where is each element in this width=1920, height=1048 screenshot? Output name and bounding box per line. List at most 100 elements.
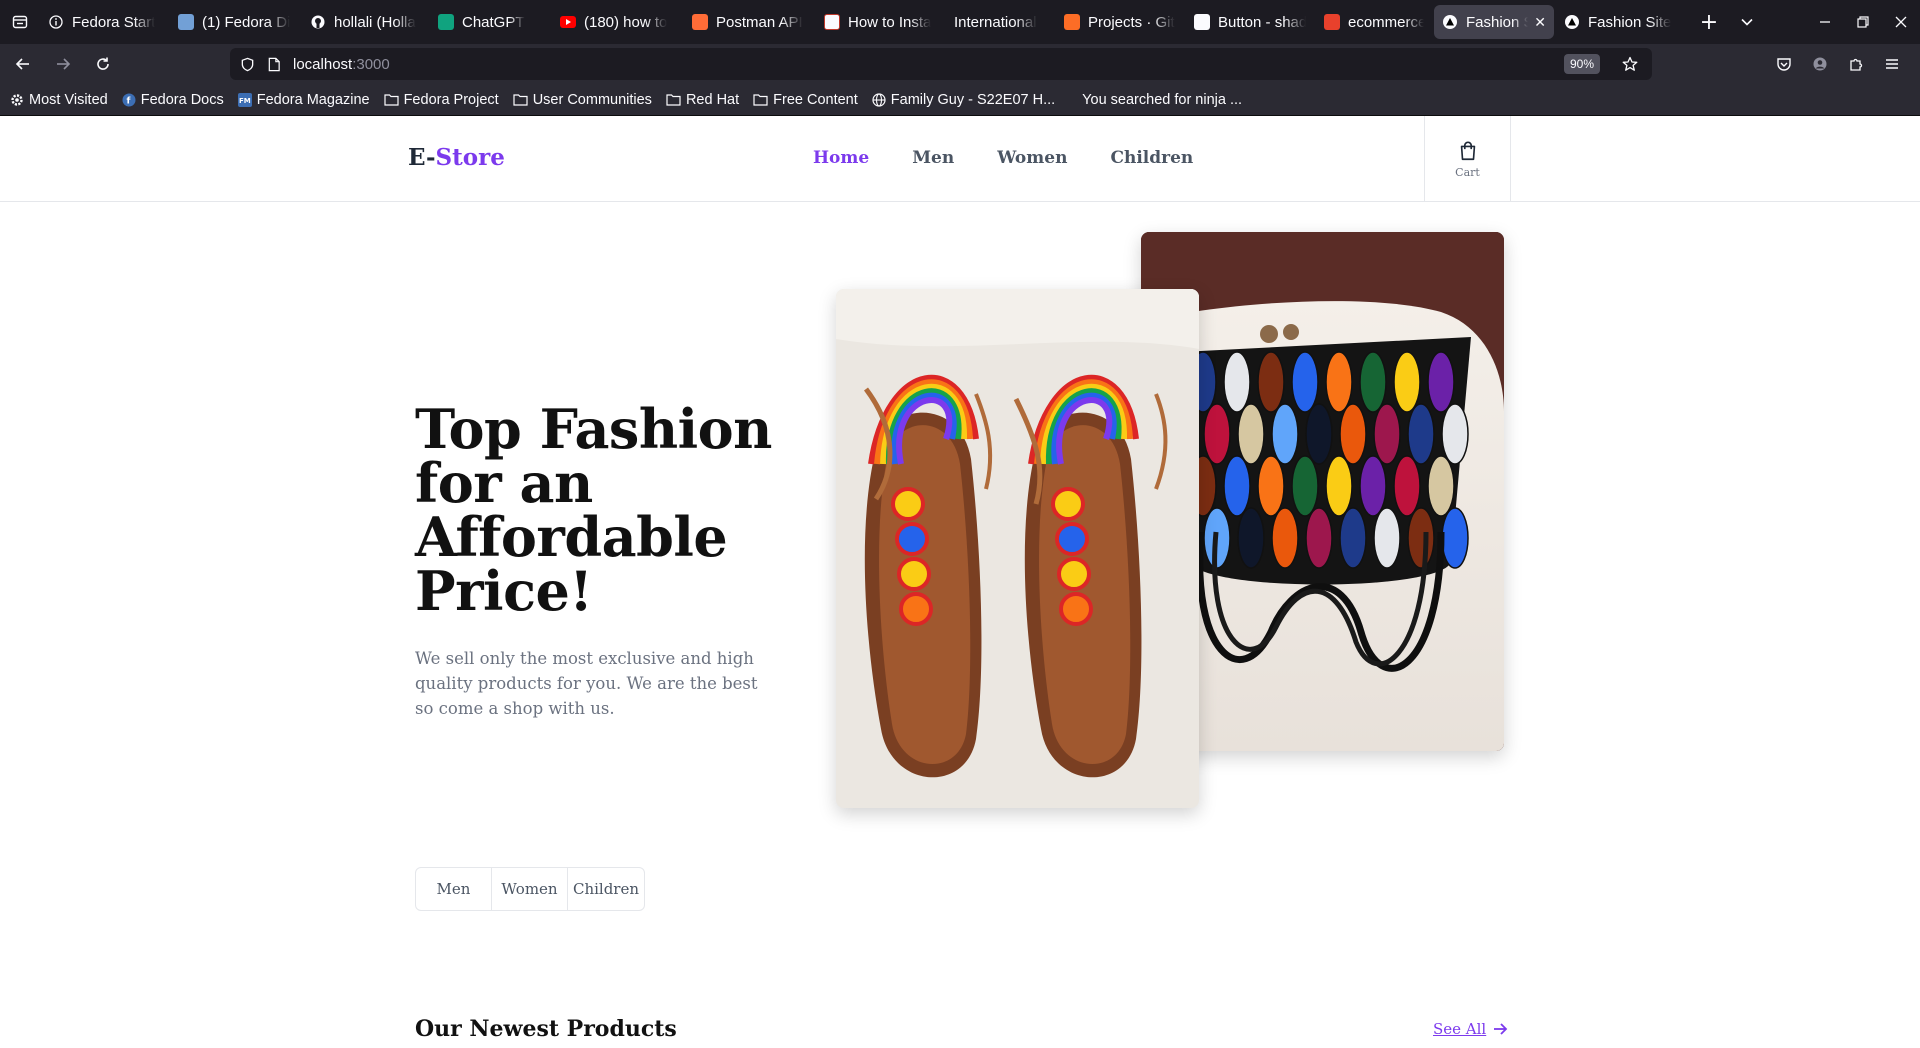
bookmarks-toolbar: Most Visited f Fedora Docs FM Fedora Magazin… (0, 84, 1920, 116)
browser-tab[interactable]: (180) how to (552, 5, 682, 39)
bag-leaf-decoration (1373, 507, 1401, 569)
category-men-button[interactable]: Men (416, 868, 492, 910)
bag-leaf-decoration (1373, 403, 1401, 465)
browser-tab[interactable]: Fedora Start (40, 5, 168, 39)
hamburger-menu-icon[interactable] (1874, 48, 1910, 80)
shield-icon[interactable] (240, 57, 255, 72)
shopping-bag-icon (1457, 140, 1479, 162)
browser-tab[interactable]: Fashion Si ✕ (1434, 5, 1554, 39)
sandal-bead-circle (897, 557, 931, 591)
account-icon[interactable] (1802, 48, 1838, 80)
folder-icon (383, 93, 399, 106)
browser-tab[interactable]: ChatGPT (430, 5, 550, 39)
url-host: localhost (293, 55, 353, 73)
bag-leaf-decoration (1237, 403, 1265, 465)
bag-leaf-decoration (1359, 455, 1387, 517)
vercel-icon (1442, 14, 1458, 30)
sandal-bead-circle (891, 487, 925, 521)
info-icon (48, 14, 64, 30)
cart-button[interactable]: Cart (1424, 116, 1511, 202)
browser-tab[interactable]: hollali (Holla (302, 5, 428, 39)
bag-leaf-decoration (1427, 455, 1455, 517)
bookmark-item[interactable]: Most Visited (10, 92, 108, 108)
back-arrow-icon[interactable] (6, 48, 40, 80)
url-port: :3000 (352, 55, 390, 73)
firefox-view-icon[interactable] (0, 0, 40, 44)
forward-arrow-icon[interactable] (46, 48, 80, 80)
zoom-level-badge[interactable]: 90% (1563, 54, 1600, 74)
close-window-icon[interactable] (1882, 0, 1920, 44)
web-page: E-Store Home Men Women Children Cart Top… (0, 116, 1920, 1048)
sandal-bead-circle (1051, 487, 1085, 521)
vercel-icon (1564, 14, 1580, 30)
browser-tab-label: (1) Fedora Di (202, 13, 291, 31)
bag-leaf-decoration (1339, 403, 1367, 465)
reload-icon[interactable] (86, 48, 120, 80)
browser-tab-label: hollali (Holla (334, 13, 416, 31)
browser-tab[interactable]: Button - shad (1186, 5, 1314, 39)
browser-tab-label: How to Insta (848, 13, 932, 31)
browser-tab[interactable]: International (946, 5, 1054, 39)
bookmark-label: Fedora Project (403, 91, 499, 108)
browser-tab[interactable]: How to Insta (816, 5, 944, 39)
bag-leaf-decoration (1257, 351, 1285, 413)
bookmark-item[interactable]: Fedora Project (383, 91, 499, 108)
bookmark-star-icon[interactable] (1622, 56, 1638, 72)
folder-icon (513, 93, 528, 106)
bag-leaf-decoration (1305, 507, 1333, 569)
globe-icon (872, 92, 886, 107)
url-text[interactable]: localhost:3000 (293, 56, 390, 73)
extensions-puzzle-icon[interactable] (1838, 48, 1874, 80)
bag-leaf-decoration (1291, 351, 1319, 413)
lt-icon (824, 14, 840, 30)
browser-tab[interactable]: (1) Fedora Di (170, 5, 300, 39)
bookmark-item[interactable]: User Communities (513, 92, 652, 108)
hero-title: Top Fashion for an Affordable Price! (415, 397, 772, 623)
bookmark-label: You searched for ninja ... (1082, 91, 1243, 108)
hero-subtitle: We sell only the most exclusive and high… (415, 649, 758, 718)
bookmark-item[interactable]: Free Content (753, 92, 858, 108)
pocket-icon[interactable] (1766, 48, 1802, 80)
browser-tab-label: Postman API (716, 13, 803, 31)
bag-leaf-decoration (1407, 507, 1435, 569)
chatgpt-icon (438, 14, 454, 30)
minimize-window-icon[interactable] (1806, 0, 1844, 44)
nav-link-women[interactable]: Women (997, 148, 1067, 168)
bookmark-item[interactable]: You searched for ninja ... (1069, 92, 1242, 108)
see-all-link[interactable]: See All (1433, 1020, 1508, 1038)
nav-link-men[interactable]: Men (912, 148, 954, 168)
category-filter-group: Men Women Children (415, 867, 645, 911)
restore-window-icon[interactable] (1844, 0, 1882, 44)
category-women-button[interactable]: Women (492, 868, 568, 910)
url-bar[interactable]: localhost:3000 90% (230, 48, 1652, 80)
svg-text:f: f (126, 96, 130, 106)
bag-leaf-decoration (1305, 403, 1333, 465)
new-tab-icon[interactable]: + (1690, 0, 1728, 44)
site-header: E-Store Home Men Women Children Cart (0, 116, 1920, 202)
category-children-button[interactable]: Children (568, 868, 644, 910)
list-all-tabs-icon[interactable] (1728, 0, 1766, 44)
shadcn-icon (1194, 14, 1210, 30)
bookmark-item[interactable]: FM Fedora Magazine (237, 92, 370, 108)
close-tab-icon[interactable]: ✕ (1534, 14, 1546, 31)
browser-tab[interactable]: Projects · Git (1056, 5, 1184, 39)
bag-leaf-decoration (1393, 455, 1421, 517)
browser-tab-label: International (954, 13, 1037, 31)
nav-link-children[interactable]: Children (1110, 148, 1193, 168)
browser-tab-label: Button - shad (1218, 13, 1306, 31)
nav-link-home[interactable]: Home (813, 148, 869, 168)
bookmark-item[interactable]: f Fedora Docs (122, 92, 224, 108)
browser-tab[interactable]: Postman API (684, 5, 814, 39)
bag-leaf-decoration (1325, 351, 1353, 413)
youtube-icon (560, 14, 576, 30)
bookmark-item[interactable]: Red Hat (666, 92, 739, 108)
discourse-icon (178, 14, 194, 30)
browser-tab[interactable]: ecommerce- (1316, 5, 1432, 39)
browser-tab[interactable]: Fashion Site (1556, 5, 1681, 39)
site-logo[interactable]: E-Store (408, 144, 505, 171)
bag-leaf-decoration (1359, 351, 1387, 413)
github-icon (310, 14, 326, 30)
svg-text:FM: FM (239, 97, 251, 105)
bookmark-item[interactable]: Family Guy - S22E07 H... (872, 92, 1055, 108)
logo-prefix: E- (408, 144, 436, 171)
